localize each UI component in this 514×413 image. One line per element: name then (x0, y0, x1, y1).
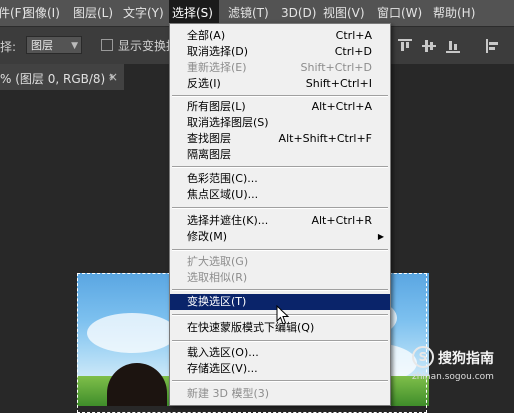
menu-separator (172, 289, 388, 291)
menu-item-shortcut: Shift+Ctrl+I (305, 77, 372, 90)
menu-item-grow: 扩大选取(G) (170, 254, 390, 270)
menu-layer[interactable]: 图层(L) (73, 0, 117, 26)
select-menu: 全部(A) Ctrl+A 取消选择(D) Ctrl+D 重新选择(E) Shif… (169, 23, 391, 406)
menu-item-label: 隔离图层 (187, 148, 231, 161)
menu-item-label: 新建 3D 模型(3) (187, 387, 270, 400)
mouse-cursor-icon (276, 305, 290, 325)
menu-separator (172, 380, 388, 382)
watermark-domain: zhinan.sogou.com (412, 372, 494, 382)
menu-separator (172, 95, 388, 97)
menu-help[interactable]: 帮助(H) (433, 0, 483, 26)
align-left-icon[interactable] (486, 39, 500, 53)
chevron-down-icon: ▼ (71, 41, 78, 51)
menu-item-label: 选择并遮住(K)... (187, 214, 269, 227)
show-transform-checkbox[interactable] (101, 39, 113, 51)
menu-item-label: 载入选区(O)... (187, 346, 259, 359)
menu-item-label: 在快速蒙版模式下编辑(Q) (187, 321, 315, 334)
menu-item-label: 重新选择(E) (187, 61, 247, 74)
auto-select-label: 择: (0, 40, 17, 54)
menu-item-new-3d-model: 新建 3D 模型(3) (170, 386, 390, 402)
menu-item-focus-area[interactable]: 焦点区域(U)... (170, 187, 390, 203)
menu-item-label: 色彩范围(C)... (187, 172, 258, 185)
menu-separator (172, 340, 388, 342)
menu-item-label: 所有图层(L) (187, 100, 246, 113)
menu-item-select-all[interactable]: 全部(A) Ctrl+A (170, 28, 390, 44)
auto-select-value: 图层 (31, 39, 53, 52)
document-tab-title: % (图层 0, RGB/8) * (0, 72, 116, 86)
menu-item-save-selection[interactable]: 存储选区(V)... (170, 361, 390, 377)
menu-item-label: 全部(A) (187, 29, 226, 42)
menu-item-label: 反选(I) (187, 77, 221, 90)
menu-item-label: 焦点区域(U)... (187, 188, 259, 201)
menu-separator (172, 207, 388, 209)
menu-item-color-range[interactable]: 色彩范围(C)... (170, 171, 390, 187)
menu-type[interactable]: 文字(Y) (123, 0, 167, 26)
menu-item-shortcut: Alt+Shift+Ctrl+F (278, 132, 372, 145)
menu-item-find-layers[interactable]: 查找图层 Alt+Shift+Ctrl+F (170, 131, 390, 147)
menu-image[interactable]: 图像(I) (23, 0, 67, 26)
menu-item-label: 扩大选取(G) (187, 255, 249, 268)
align-top-icon[interactable] (398, 39, 412, 53)
menu-item-label: 修改(M) (187, 230, 228, 243)
menu-item-load-selection[interactable]: 载入选区(O)... (170, 345, 390, 361)
menu-item-inverse[interactable]: 反选(I) Shift+Ctrl+I (170, 76, 390, 92)
menu-item-shortcut: Ctrl+A (335, 29, 372, 42)
document-tab[interactable]: % (图层 0, RGB/8) * × (0, 64, 124, 90)
menu-item-modify[interactable]: 修改(M) ▶ (170, 229, 390, 245)
menu-item-label: 选取相似(R) (187, 271, 248, 284)
menu-item-shortcut: Ctrl+D (334, 45, 372, 58)
menu-separator (172, 249, 388, 251)
watermark-text: 搜狗指南 (438, 351, 494, 367)
sogou-logo-icon: S (412, 346, 434, 368)
menu-item-shortcut: Shift+Ctrl+D (300, 61, 372, 74)
menu-item-select-and-mask[interactable]: 选择并遮住(K)... Alt+Ctrl+R (170, 213, 390, 229)
menu-item-deselect-layers[interactable]: 取消选择图层(S) (170, 115, 390, 131)
menu-item-label: 取消选择图层(S) (187, 116, 269, 129)
menu-item-label: 变换选区(T) (187, 295, 247, 308)
menu-item-isolate-layers[interactable]: 隔离图层 (170, 147, 390, 163)
menu-item-deselect[interactable]: 取消选择(D) Ctrl+D (170, 44, 390, 60)
submenu-arrow-icon: ▶ (377, 232, 384, 241)
menu-file[interactable]: 件(F) (0, 0, 26, 26)
menu-item-label: 取消选择(D) (187, 45, 249, 58)
menu-item-shortcut: Alt+Ctrl+A (311, 100, 372, 113)
auto-select-dropdown[interactable]: 图层 ▼ (26, 36, 82, 54)
menu-item-reselect: 重新选择(E) Shift+Ctrl+D (170, 60, 390, 76)
sogou-watermark: S 搜狗指南 zhinan.sogou.com (404, 346, 514, 386)
align-vertical-center-icon[interactable] (422, 39, 436, 53)
close-icon[interactable]: × (108, 70, 118, 84)
menu-item-similar: 选取相似(R) (170, 270, 390, 286)
menu-item-label: 查找图层 (187, 132, 231, 145)
menu-separator (172, 166, 388, 168)
menu-item-label: 存储选区(V)... (187, 362, 258, 375)
menu-item-shortcut: Alt+Ctrl+R (311, 214, 372, 227)
align-bottom-icon[interactable] (446, 39, 460, 53)
menu-item-all-layers[interactable]: 所有图层(L) Alt+Ctrl+A (170, 99, 390, 115)
